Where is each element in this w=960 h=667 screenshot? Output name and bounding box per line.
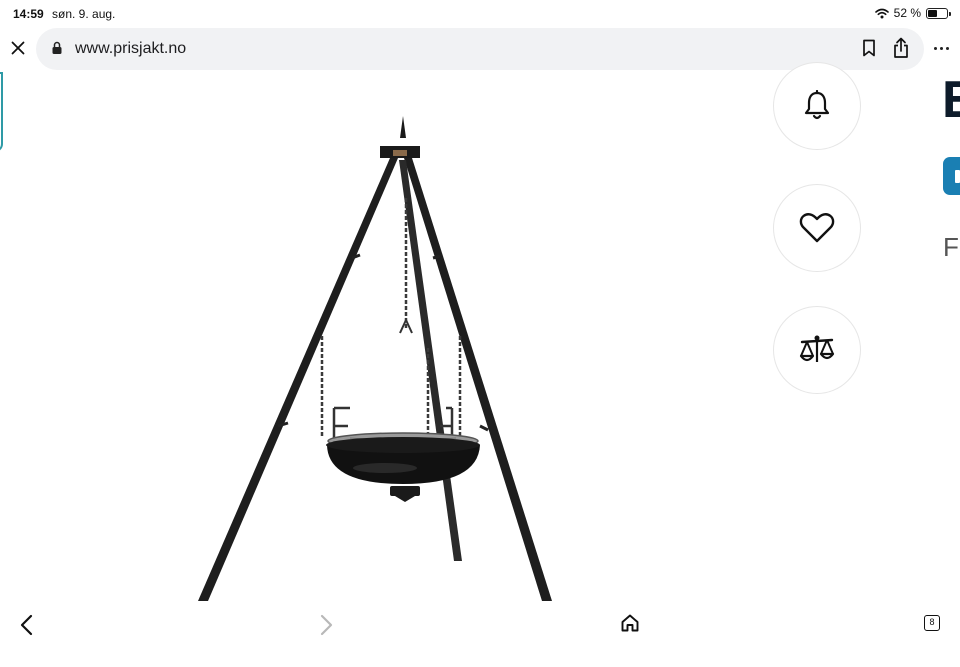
status-bar: 14:59 søn. 9. aug. 52 % bbox=[0, 0, 960, 26]
product-subtitle-cut: F bbox=[943, 232, 959, 262]
close-button[interactable] bbox=[7, 37, 29, 59]
carousel-prev-edge[interactable] bbox=[0, 72, 3, 152]
product-image bbox=[198, 116, 552, 601]
back-icon[interactable] bbox=[19, 614, 35, 636]
scale-icon bbox=[799, 335, 835, 362]
bookmark-icon[interactable] bbox=[862, 39, 876, 57]
close-icon bbox=[11, 41, 25, 55]
wifi-icon bbox=[874, 8, 889, 18]
status-right: 52 % bbox=[874, 6, 951, 20]
rating-badge-cut[interactable] bbox=[943, 157, 960, 195]
status-time: 14:59 bbox=[13, 7, 44, 21]
heart-icon bbox=[799, 213, 835, 243]
lock-icon bbox=[52, 41, 62, 54]
price-alert-button[interactable] bbox=[773, 62, 861, 150]
address-bar[interactable]: www.prisjakt.no bbox=[36, 28, 924, 70]
battery-icon bbox=[926, 7, 951, 19]
url-text: www.prisjakt.no bbox=[75, 40, 187, 57]
browser-bottom-bar: 8 bbox=[0, 601, 960, 667]
status-date: søn. 9. aug. bbox=[52, 7, 116, 21]
battery-percent: 52 % bbox=[893, 6, 921, 20]
compare-button[interactable] bbox=[773, 306, 861, 394]
favorite-button[interactable] bbox=[773, 184, 861, 272]
share-icon[interactable] bbox=[892, 37, 910, 59]
home-icon[interactable] bbox=[620, 613, 640, 633]
forward-icon[interactable] bbox=[318, 614, 334, 636]
bell-icon bbox=[804, 90, 830, 120]
tabs-button[interactable]: 8 bbox=[924, 615, 940, 631]
more-options-button[interactable] bbox=[934, 43, 950, 53]
product-title-cut: E bbox=[942, 71, 960, 129]
